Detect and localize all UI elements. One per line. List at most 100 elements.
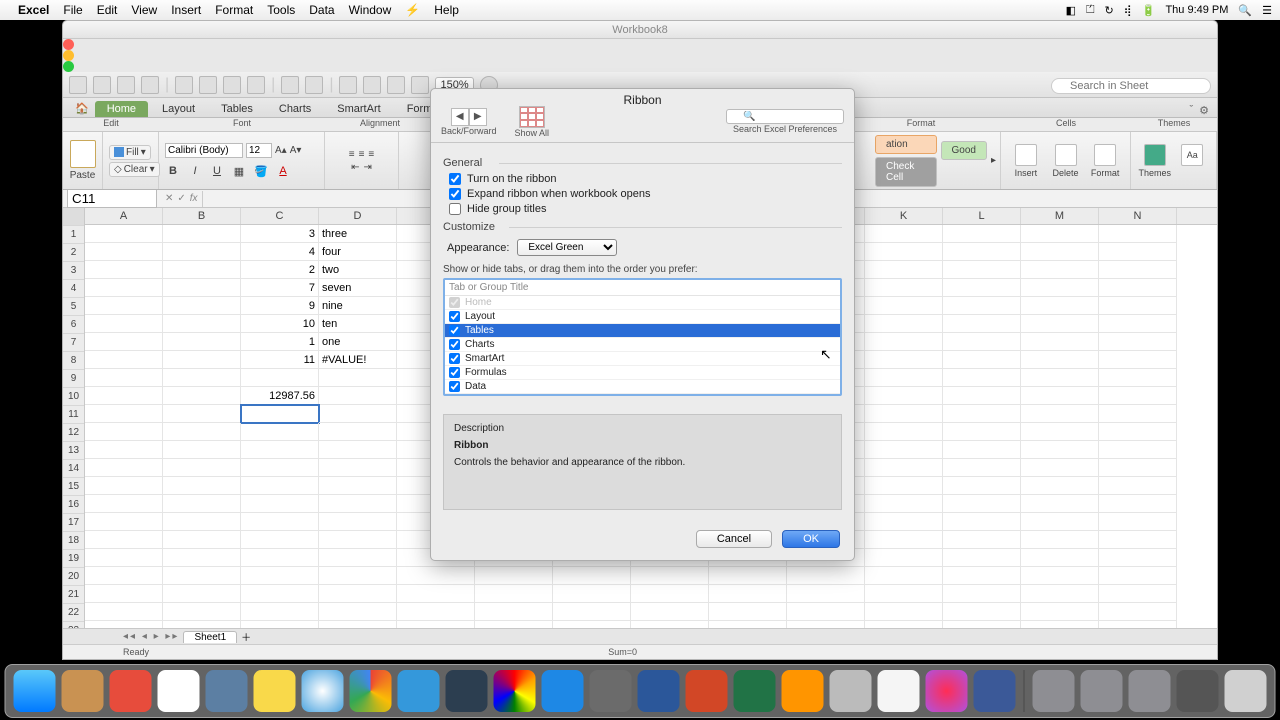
cell[interactable] — [1021, 297, 1099, 315]
hide-group-titles-checkbox[interactable]: Hide group titles — [449, 203, 842, 215]
italic-button[interactable]: I — [187, 164, 203, 178]
cell[interactable] — [163, 567, 241, 585]
cell[interactable] — [865, 621, 943, 628]
cell[interactable] — [319, 621, 397, 628]
row-header[interactable]: 21 — [63, 586, 84, 604]
name-box[interactable] — [67, 189, 157, 208]
dock-word-icon[interactable] — [638, 670, 680, 712]
cell[interactable] — [85, 225, 163, 243]
indent-icon[interactable]: ⇥ — [364, 162, 372, 173]
cell[interactable] — [943, 477, 1021, 495]
cell[interactable] — [865, 603, 943, 621]
dropbox-icon[interactable]: ⏍ — [1086, 4, 1094, 17]
cell[interactable]: three — [319, 225, 397, 243]
row-header[interactable]: 19 — [63, 550, 84, 568]
cell[interactable] — [163, 243, 241, 261]
cell[interactable] — [85, 297, 163, 315]
cell[interactable] — [1099, 585, 1177, 603]
fill-color-button[interactable]: 🪣 — [253, 164, 269, 178]
cell[interactable] — [1099, 621, 1177, 628]
row-header[interactable]: 9 — [63, 370, 84, 388]
notification-icon[interactable]: ☰ — [1262, 4, 1272, 17]
tab-list-item[interactable]: SmartArt — [445, 352, 840, 366]
grow-font-icon[interactable]: A▴ — [275, 145, 287, 156]
battery-icon[interactable]: 🔋 — [1142, 4, 1156, 17]
dock-chrome-icon[interactable] — [350, 670, 392, 712]
cell[interactable] — [1099, 279, 1177, 297]
row-header[interactable]: 10 — [63, 388, 84, 406]
sheet-search-input[interactable] — [1051, 78, 1211, 94]
cell[interactable] — [319, 369, 397, 387]
cell[interactable] — [865, 369, 943, 387]
cell[interactable] — [865, 387, 943, 405]
fx-icon[interactable]: fx — [190, 193, 198, 204]
tab-list-item[interactable]: Layout — [445, 310, 840, 324]
col-header[interactable]: A — [85, 208, 163, 224]
cell[interactable]: ten — [319, 315, 397, 333]
cell[interactable] — [85, 477, 163, 495]
cell[interactable] — [865, 423, 943, 441]
cell[interactable] — [943, 531, 1021, 549]
cell[interactable] — [1021, 333, 1099, 351]
cell[interactable] — [787, 585, 865, 603]
clear-button[interactable]: ◇Clear ▾ — [109, 162, 160, 177]
cell[interactable] — [1021, 261, 1099, 279]
cell[interactable] — [319, 549, 397, 567]
cell[interactable] — [709, 621, 787, 628]
cell[interactable] — [319, 567, 397, 585]
delete-button[interactable]: Delete — [1047, 144, 1085, 178]
cell[interactable] — [241, 585, 319, 603]
tab-home[interactable]: Home — [95, 101, 148, 117]
qat-icon[interactable] — [117, 76, 135, 94]
cell[interactable] — [943, 315, 1021, 333]
cell[interactable] — [85, 495, 163, 513]
cell[interactable] — [787, 567, 865, 585]
cell[interactable] — [1021, 621, 1099, 628]
style-check-cell[interactable]: Check Cell — [875, 157, 937, 187]
cell[interactable] — [85, 423, 163, 441]
cell[interactable] — [397, 567, 475, 585]
cell[interactable] — [1099, 603, 1177, 621]
spotlight-icon[interactable]: 🔍 — [1238, 4, 1252, 17]
row-header[interactable]: 12 — [63, 424, 84, 442]
cell[interactable] — [943, 279, 1021, 297]
col-header[interactable]: N — [1099, 208, 1177, 224]
cell[interactable] — [1021, 567, 1099, 585]
cell[interactable] — [865, 459, 943, 477]
back-button[interactable]: ◀ — [451, 108, 469, 126]
dock-folder-icon[interactable] — [1177, 670, 1219, 712]
cell[interactable] — [1099, 261, 1177, 279]
cell[interactable] — [943, 513, 1021, 531]
cell[interactable]: #VALUE! — [319, 351, 397, 369]
script-icon[interactable]: ⚡ — [405, 3, 420, 17]
cell[interactable] — [163, 459, 241, 477]
dock-mail-icon[interactable] — [110, 670, 152, 712]
cell[interactable] — [163, 333, 241, 351]
cell[interactable] — [85, 333, 163, 351]
tab-list-item[interactable]: Charts — [445, 338, 840, 352]
cell[interactable] — [163, 297, 241, 315]
cell[interactable] — [241, 423, 319, 441]
cell[interactable] — [553, 621, 631, 628]
expand-ribbon-checkbox[interactable]: Expand ribbon when workbook opens — [449, 188, 842, 200]
format-button[interactable]: Format — [1086, 144, 1124, 178]
cell[interactable] — [163, 315, 241, 333]
cell[interactable] — [163, 603, 241, 621]
cell[interactable] — [1021, 369, 1099, 387]
cell[interactable] — [1099, 459, 1177, 477]
dock-trash-icon[interactable] — [1225, 670, 1267, 712]
cell[interactable] — [1021, 351, 1099, 369]
cell[interactable] — [787, 621, 865, 628]
cell[interactable] — [319, 495, 397, 513]
row-header[interactable]: 14 — [63, 460, 84, 478]
cell[interactable] — [241, 531, 319, 549]
align-left-icon[interactable]: ≡ — [349, 149, 355, 160]
cell[interactable] — [943, 621, 1021, 628]
cell[interactable] — [943, 405, 1021, 423]
wifi-icon[interactable]: ⢾ — [1124, 4, 1132, 17]
show-all[interactable]: Show All — [515, 106, 550, 138]
cell[interactable] — [943, 495, 1021, 513]
qat-print-icon[interactable] — [141, 76, 159, 94]
cell[interactable] — [163, 585, 241, 603]
dock-app-icon[interactable] — [830, 670, 872, 712]
